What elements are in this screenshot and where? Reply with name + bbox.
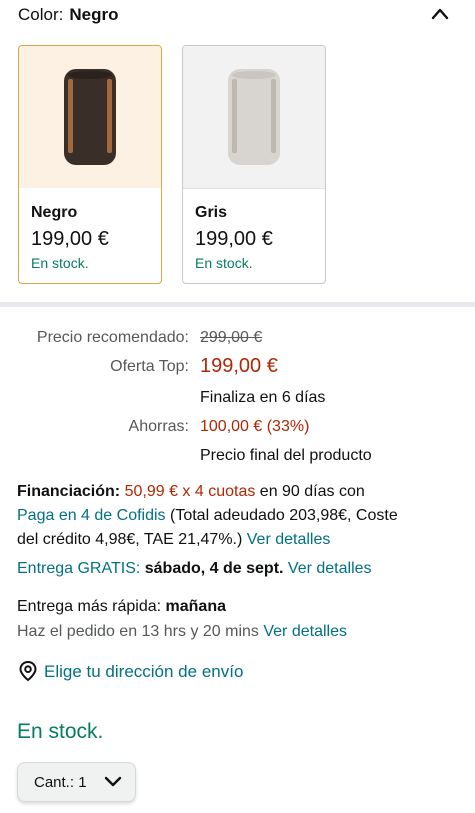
swatch-stock: En stock. (195, 255, 253, 271)
free-delivery-label: Entrega GRATIS: (17, 560, 141, 577)
swatch-negro[interactable]: Negro 199,00 € En stock. (18, 45, 162, 284)
financing-label: Financiación: (17, 483, 121, 500)
fast-delivery-label: Entrega más rápida: (17, 598, 166, 615)
quantity-text: Cant.: 1 (34, 774, 87, 791)
section-divider (0, 302, 475, 307)
swatch-stock: En stock. (31, 255, 89, 271)
financing-term: en 90 días con (255, 483, 365, 500)
speaker-image-gris (183, 46, 325, 189)
free-delivery-date: sábado, 4 de sept. (140, 560, 284, 577)
chevron-up-icon[interactable] (431, 7, 449, 21)
financing-line-2: Paga en 4 de Cofidis (Total adeudado 203… (17, 507, 398, 525)
choose-address-link[interactable]: Elige tu dirección de envío (44, 662, 243, 682)
financing-details-1: (Total adeudado 203,98€, Coste (165, 507, 398, 524)
savings-label: Ahorras: (128, 418, 189, 435)
savings-value: 100,00 € (33%) (200, 418, 310, 435)
quantity-label: Cant.: (34, 774, 75, 791)
fast-delivery-line: Entrega más rápida: mañana (17, 598, 226, 616)
swatch-price: 199,00 € (31, 228, 109, 250)
financing-line-3: del crédito 4,98€, TAE 21,47%.) Ver deta… (17, 531, 330, 549)
quantity-value: 1 (78, 774, 87, 791)
fast-delivery-date: mañana (165, 598, 226, 615)
order-details-link[interactable]: Ver detalles (263, 623, 347, 640)
quantity-dropdown[interactable]: Cant.: 1 (17, 762, 136, 802)
availability-status: En stock. (17, 720, 104, 743)
color-value: Negro (69, 5, 119, 24)
location-pin-icon (19, 660, 37, 682)
recommended-price-label: Precio recomendado: (36, 329, 189, 346)
financing-line-1: Financiación: 50,99 € x 4 cuotas en 90 d… (17, 483, 365, 501)
financing-details-link[interactable]: Ver detalles (247, 531, 331, 548)
free-delivery-details-link[interactable]: Ver detalles (283, 560, 372, 577)
swatch-name: Negro (31, 204, 78, 221)
cofidis-link[interactable]: Paga en 4 de Cofidis (17, 507, 166, 524)
color-row: Color: Negro (18, 5, 118, 25)
swatch-price: 199,00 € (195, 228, 273, 250)
free-delivery-line: Entrega GRATIS: sábado, 4 de sept. Ver d… (17, 560, 372, 578)
speaker-image-negro (19, 46, 161, 188)
order-within-line: Haz el pedido en 13 hrs y 20 mins Ver de… (17, 623, 347, 641)
chevron-down-icon (104, 776, 122, 787)
financing-installments: 50,99 € x 4 cuotas (124, 483, 256, 500)
offer-label: Oferta Top: (110, 358, 189, 375)
offer-ends: Finaliza en 6 días (200, 389, 326, 406)
swatch-gris[interactable]: Gris 199,00 € En stock. (182, 45, 326, 284)
financing-details-2: del crédito 4,98€, TAE 21,47%.) (17, 531, 247, 548)
swatch-name: Gris (195, 204, 228, 221)
order-within-text: Haz el pedido en 13 hrs y 20 mins (17, 623, 264, 640)
final-price-note: Precio final del producto (200, 447, 372, 464)
color-label: Color: (18, 5, 64, 24)
recommended-price-value: 299,00 € (200, 329, 263, 346)
offer-price: 199,00 € (200, 355, 278, 377)
